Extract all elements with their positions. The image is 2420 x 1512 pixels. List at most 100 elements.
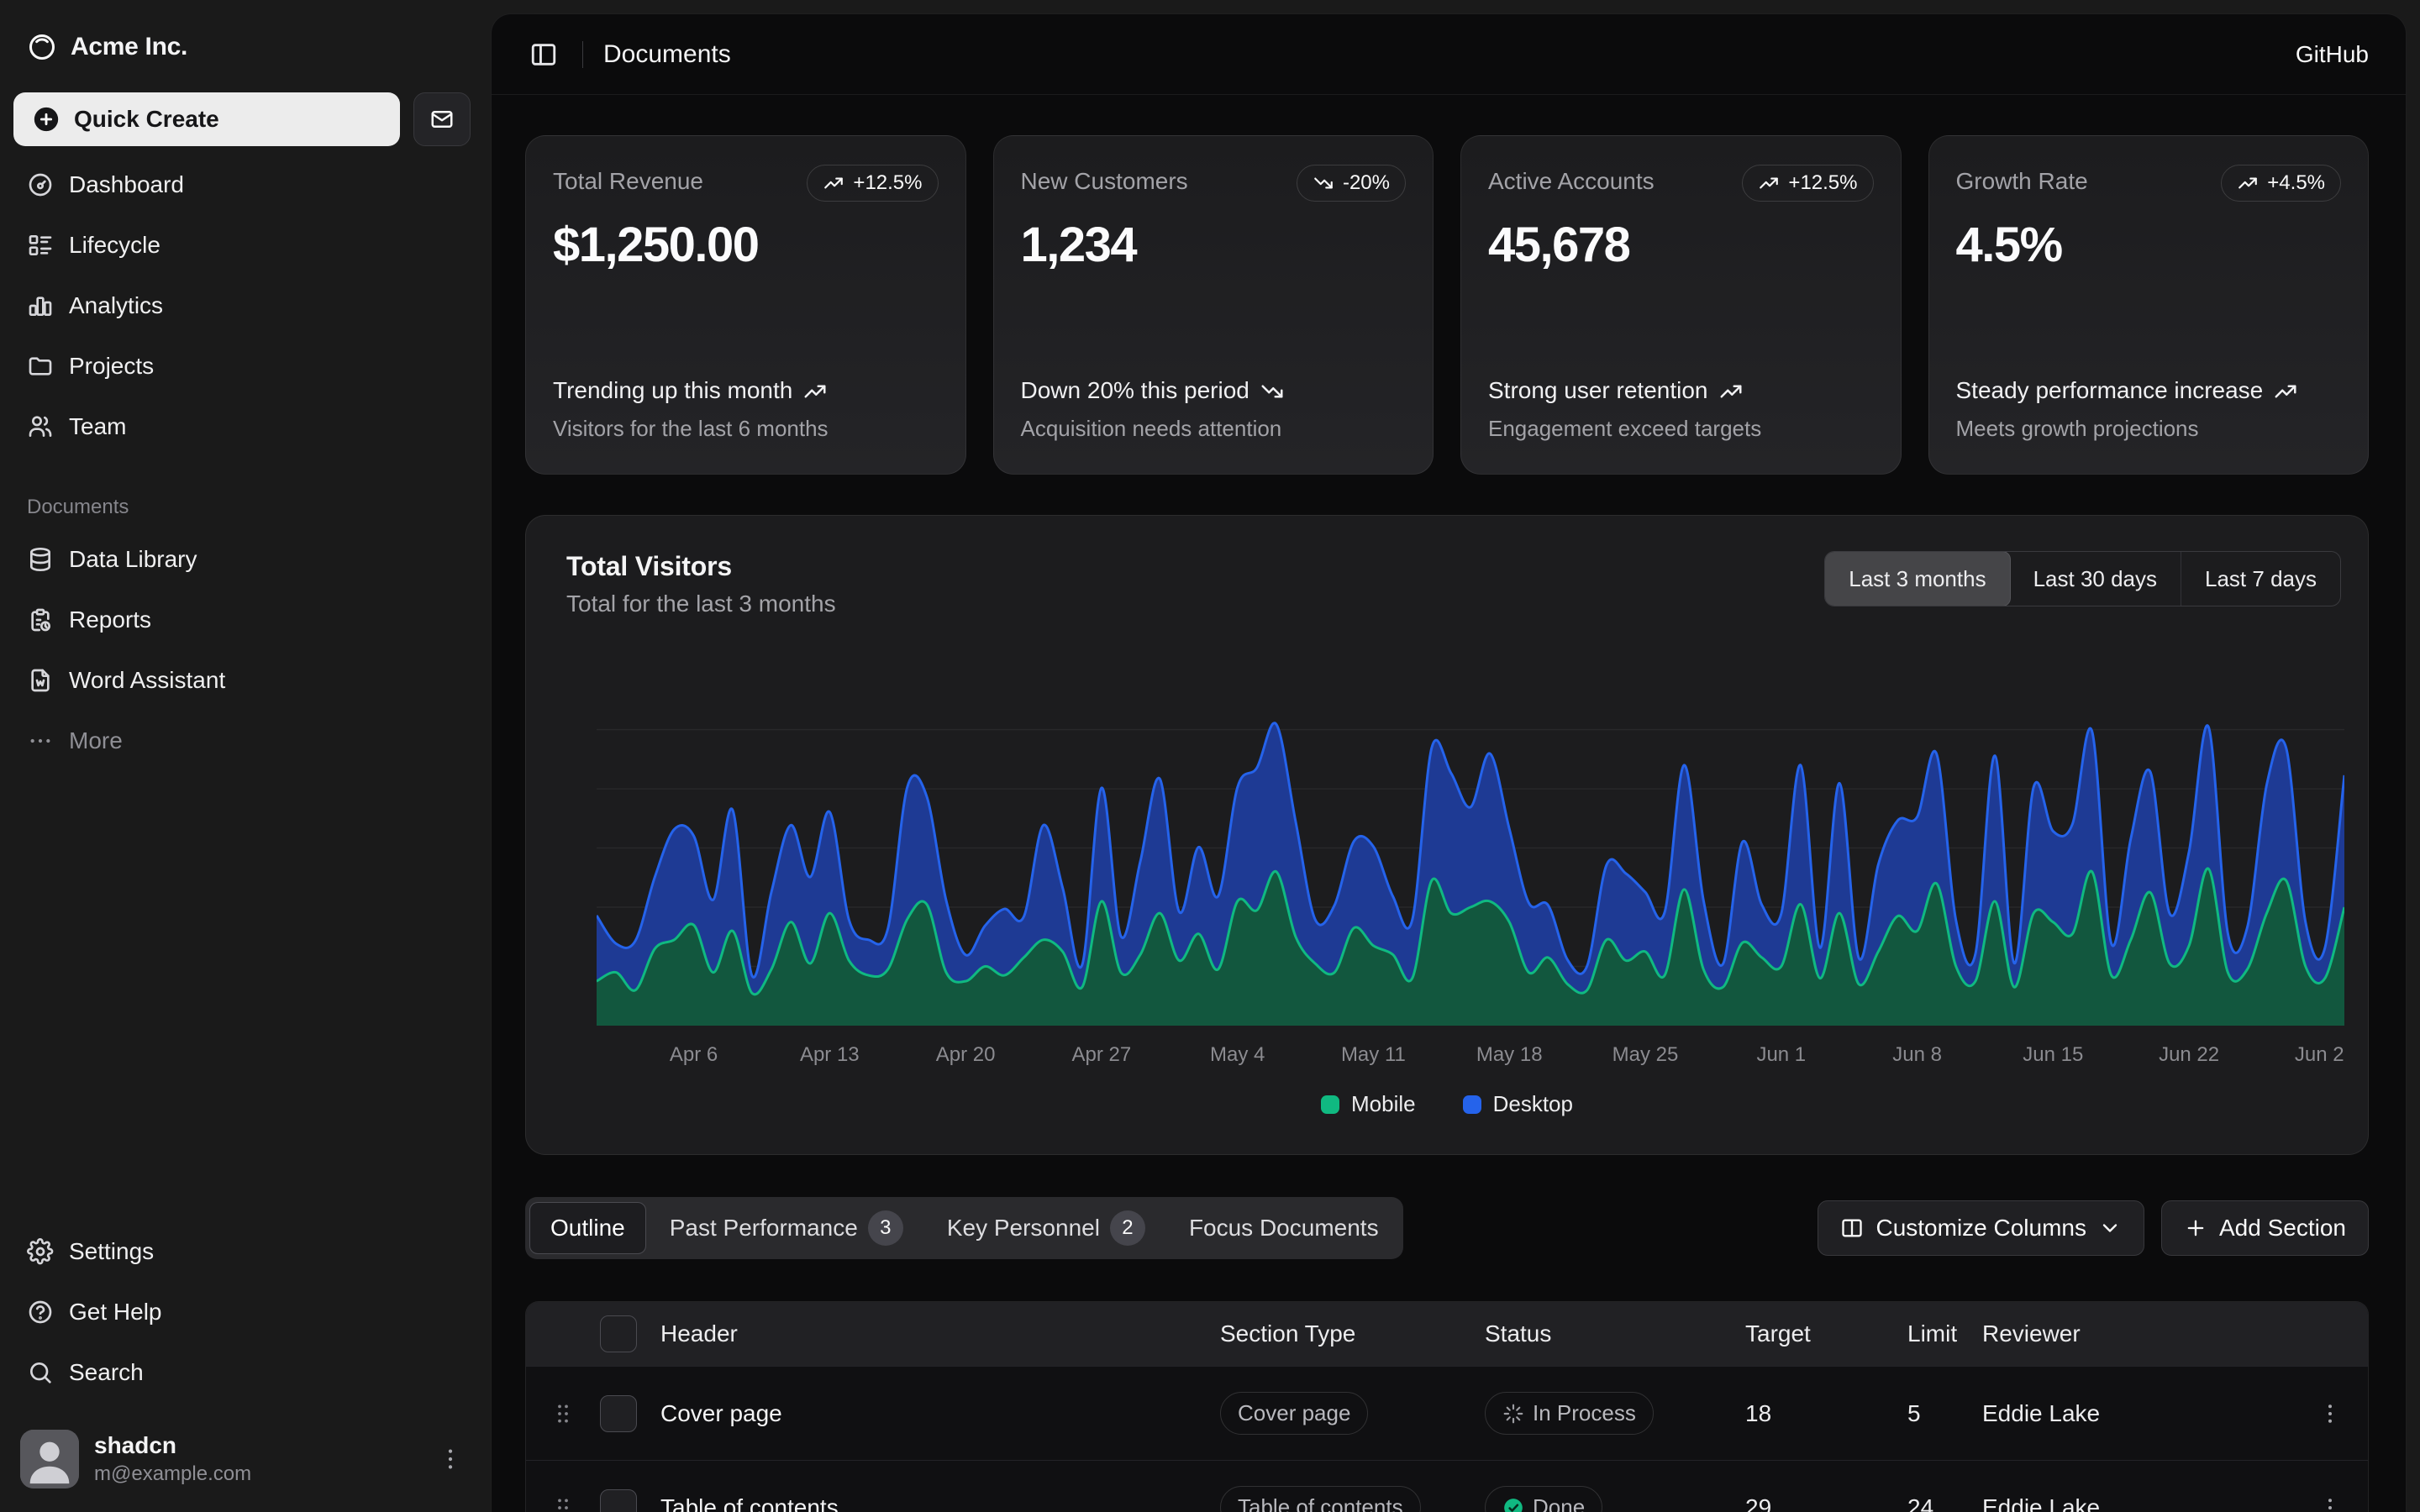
range-last-7-days[interactable]: Last 7 days bbox=[2181, 552, 2340, 606]
sidebar-item-more[interactable]: More bbox=[13, 714, 471, 768]
sidebar-item-lifecycle[interactable]: Lifecycle bbox=[13, 218, 471, 272]
row-checkbox[interactable] bbox=[600, 1395, 637, 1432]
add-section-button[interactable]: Add Section bbox=[2161, 1200, 2369, 1256]
target-cell[interactable]: 18 bbox=[1737, 1400, 1899, 1427]
workspace-switcher[interactable]: Acme Inc. bbox=[13, 20, 471, 74]
chart-legend: Mobile Desktop bbox=[526, 1091, 2368, 1117]
divider bbox=[582, 41, 583, 68]
svg-text:Apr 6: Apr 6 bbox=[670, 1043, 718, 1066]
column-limit[interactable]: Limit bbox=[1899, 1320, 1981, 1347]
sidebar-item-get-help[interactable]: Get Help bbox=[13, 1285, 471, 1339]
gear-icon bbox=[27, 1238, 54, 1265]
trending-up-icon bbox=[1718, 379, 1744, 404]
stat-card-active-accounts: Active Accounts +12.5% 45,678 Strong use… bbox=[1460, 135, 1902, 475]
sidebar-item-dashboard[interactable]: Dashboard bbox=[13, 158, 471, 212]
trend-badge: -20% bbox=[1297, 165, 1406, 202]
row-header-cell[interactable]: Table of contents bbox=[654, 1494, 1213, 1512]
section-type-badge: Table of contents bbox=[1220, 1486, 1421, 1512]
legend-mobile[interactable]: Mobile bbox=[1321, 1091, 1416, 1117]
drag-handle[interactable] bbox=[526, 1494, 600, 1512]
sidebar-item-label: Word Assistant bbox=[69, 667, 225, 694]
sidebar-item-label: Data Library bbox=[69, 546, 197, 573]
column-header[interactable]: Header bbox=[654, 1320, 1213, 1347]
column-reviewer[interactable]: Reviewer bbox=[1981, 1320, 2292, 1347]
section-type-badge: Cover page bbox=[1220, 1392, 1368, 1435]
legend-desktop[interactable]: Desktop bbox=[1463, 1091, 1573, 1117]
column-status[interactable]: Status bbox=[1478, 1320, 1737, 1347]
github-link[interactable]: GitHub bbox=[2296, 41, 2369, 68]
quick-create-label: Quick Create bbox=[74, 106, 219, 133]
sidebar-item-data-library[interactable]: Data Library bbox=[13, 533, 471, 586]
user-email: m@example.com bbox=[94, 1462, 251, 1486]
row-actions-button[interactable] bbox=[2312, 1489, 2349, 1512]
svg-text:Apr 27: Apr 27 bbox=[1072, 1043, 1132, 1066]
sidebar-item-label: Projects bbox=[69, 353, 154, 380]
reviewer-cell[interactable]: Eddie Lake bbox=[1981, 1400, 2292, 1427]
trending-up-icon bbox=[2237, 172, 2259, 194]
sidebar-item-team[interactable]: Team bbox=[13, 400, 471, 454]
sidebar-item-projects[interactable]: Projects bbox=[13, 339, 471, 393]
drag-handle[interactable] bbox=[526, 1400, 600, 1427]
sidebar-item-search[interactable]: Search bbox=[13, 1346, 471, 1399]
sidebar-item-label: Team bbox=[69, 413, 126, 440]
range-last-30-days[interactable]: Last 30 days bbox=[2010, 552, 2181, 606]
more-vertical-icon bbox=[2317, 1495, 2343, 1512]
inbox-button[interactable] bbox=[413, 92, 471, 146]
chevron-down-icon bbox=[2098, 1216, 2122, 1240]
row-checkbox[interactable] bbox=[600, 1489, 637, 1512]
tab-focus-documents[interactable]: Focus Documents bbox=[1169, 1202, 1399, 1254]
row-header-cell[interactable]: Cover page bbox=[654, 1400, 1213, 1427]
list-details-icon bbox=[27, 232, 54, 259]
avatar bbox=[20, 1430, 79, 1488]
card-label: Growth Rate bbox=[1956, 165, 2222, 195]
sidebar-item-reports[interactable]: Reports bbox=[13, 593, 471, 647]
stat-card-growth-rate: Growth Rate +4.5% 4.5% Steady performanc… bbox=[1928, 135, 2370, 475]
range-last-3-months[interactable]: Last 3 months bbox=[1824, 551, 2010, 606]
grip-vertical-icon bbox=[550, 1400, 576, 1427]
limit-cell[interactable]: 24 bbox=[1899, 1494, 1981, 1512]
sidebar-item-settings[interactable]: Settings bbox=[13, 1225, 471, 1278]
table-row: Cover page Cover page In Process 18 5 Ed… bbox=[526, 1366, 2368, 1460]
svg-text:May 11: May 11 bbox=[1341, 1043, 1406, 1066]
folder-icon bbox=[27, 353, 54, 380]
tab-past-performance[interactable]: Past Performance 3 bbox=[650, 1202, 923, 1254]
content-area: Total Revenue +12.5% $1,250.00 Trending … bbox=[492, 95, 2406, 1512]
reviewer-cell[interactable]: Eddie Lake bbox=[1981, 1494, 2292, 1512]
trending-down-icon bbox=[1260, 379, 1285, 404]
svg-text:May 4: May 4 bbox=[1210, 1043, 1265, 1066]
word-file-icon bbox=[27, 667, 54, 694]
ellipsis-icon bbox=[27, 727, 54, 754]
more-vertical-icon[interactable] bbox=[437, 1446, 464, 1473]
sidebar-item-label: Lifecycle bbox=[69, 232, 160, 259]
card-value: 45,678 bbox=[1488, 217, 1874, 273]
target-cell[interactable]: 29 bbox=[1737, 1494, 1899, 1512]
loader-icon bbox=[1502, 1403, 1524, 1425]
tabs-list: Outline Past Performance 3 Key Personnel… bbox=[525, 1197, 1403, 1259]
sidebar-item-word-assistant[interactable]: Word Assistant bbox=[13, 654, 471, 707]
quick-create-button[interactable]: Quick Create bbox=[13, 92, 400, 146]
tab-key-personnel[interactable]: Key Personnel 2 bbox=[927, 1202, 1165, 1254]
gauge-icon bbox=[27, 171, 54, 198]
user-menu[interactable]: shadcn m@example.com bbox=[13, 1421, 471, 1488]
tab-outline[interactable]: Outline bbox=[529, 1202, 646, 1254]
sidebar-item-analytics[interactable]: Analytics bbox=[13, 279, 471, 333]
trending-up-icon bbox=[802, 379, 828, 404]
total-visitors-card: Total Visitors Total for the last 3 mont… bbox=[525, 515, 2369, 1155]
sidebar-item-label: Dashboard bbox=[69, 171, 184, 198]
sidebar-item-label: Get Help bbox=[69, 1299, 162, 1326]
limit-cell[interactable]: 5 bbox=[1899, 1400, 1981, 1427]
sidebar-toggle-button[interactable] bbox=[525, 36, 562, 73]
svg-text:Jun 22: Jun 22 bbox=[2159, 1043, 2219, 1066]
column-section-type[interactable]: Section Type bbox=[1213, 1320, 1478, 1347]
table-row: Table of contents Table of contents Done… bbox=[526, 1460, 2368, 1512]
sidebar-item-label: Settings bbox=[69, 1238, 154, 1265]
select-all-checkbox[interactable] bbox=[600, 1315, 637, 1352]
customize-columns-button[interactable]: Customize Columns bbox=[1818, 1200, 2144, 1256]
svg-text:Jun 29: Jun 29 bbox=[2295, 1043, 2344, 1066]
svg-text:May 18: May 18 bbox=[1476, 1043, 1543, 1066]
trending-up-icon bbox=[2273, 379, 2298, 404]
row-actions-button[interactable] bbox=[2312, 1395, 2349, 1432]
column-target[interactable]: Target bbox=[1737, 1320, 1899, 1347]
status-badge: In Process bbox=[1485, 1392, 1654, 1435]
status-badge: Done bbox=[1485, 1486, 1602, 1512]
